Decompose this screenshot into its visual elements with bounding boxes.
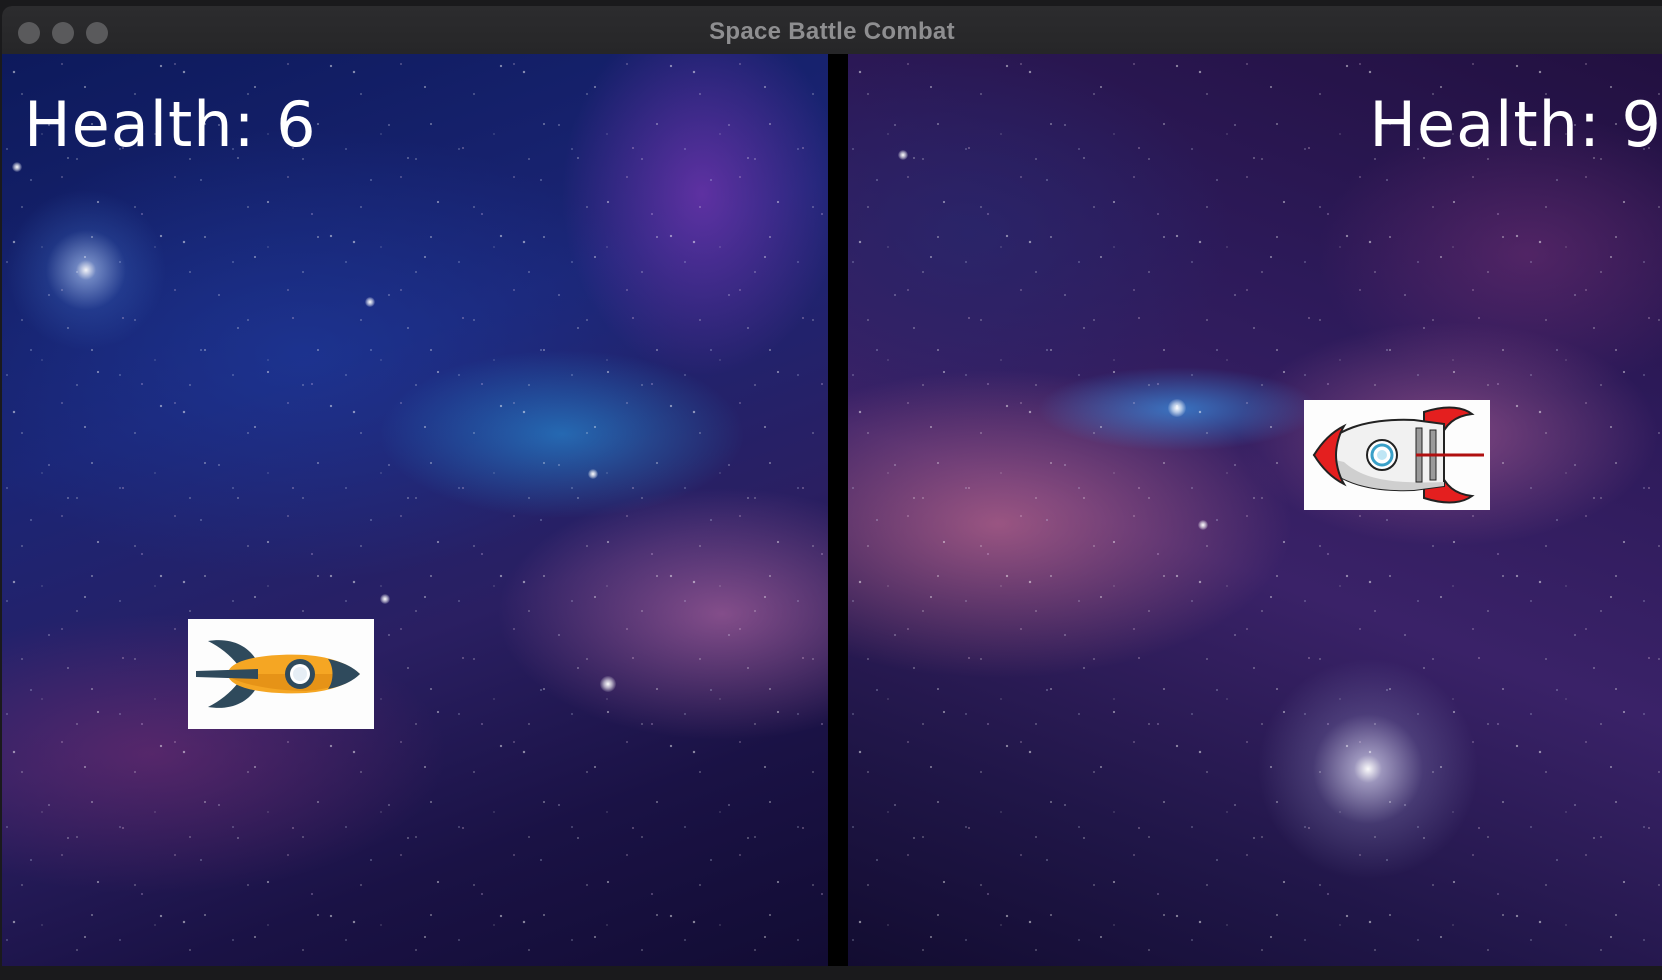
right-player-health: Health: 9 <box>1369 88 1662 161</box>
game-window: Space Battle Combat Health: 6 Health: 9 <box>2 6 1662 972</box>
left-player-health: Health: 6 <box>24 88 317 161</box>
game-canvas[interactable]: Health: 6 Health: 9 <box>2 54 1662 972</box>
red-white-rocket-icon <box>1304 400 1490 510</box>
yellow-rocket-icon <box>188 619 374 729</box>
window-titlebar[interactable]: Space Battle Combat <box>2 6 1662 55</box>
center-divider <box>828 54 848 972</box>
left-space-background <box>2 54 828 972</box>
right-space-background <box>848 54 1662 972</box>
window-title: Space Battle Combat <box>709 18 955 45</box>
window-bottom-edge <box>0 966 1662 980</box>
